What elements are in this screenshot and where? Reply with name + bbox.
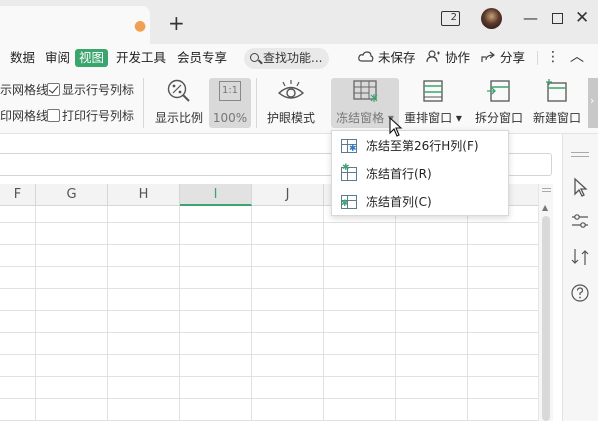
- collab-button[interactable]: 协作: [426, 49, 470, 67]
- scroll-thumb[interactable]: [542, 216, 550, 421]
- print-row-col-checkbox[interactable]: 打印行号列标: [47, 108, 134, 124]
- arrange-windows-button[interactable]: 重排窗口 ▾: [403, 78, 463, 128]
- checkbox-empty-icon[interactable]: [47, 109, 60, 122]
- cell-gridlines: [0, 206, 538, 421]
- freeze-first-col-item[interactable]: ✱ 冻结首列(C): [332, 188, 508, 216]
- new-window-button[interactable]: 新建窗口: [530, 78, 584, 128]
- freeze-to-cell-label: 冻结至第26行H列(F): [366, 139, 479, 153]
- eye-mode-label: 护眼模式: [266, 111, 315, 125]
- avatar[interactable]: [481, 8, 502, 29]
- search-icon: [250, 53, 259, 62]
- print-row-col-label: 打印行号列标: [62, 109, 135, 123]
- new-tab-button[interactable]: +: [168, 11, 185, 35]
- new-window-label: 新建窗口: [532, 111, 581, 125]
- split-window-icon: [487, 80, 510, 102]
- column-header-i[interactable]: I: [180, 184, 252, 206]
- column-header-g[interactable]: G: [36, 184, 108, 206]
- freeze-to-cell-item[interactable]: ✱ 冻结至第26行H列(F): [332, 132, 508, 160]
- freeze-panes-menu: ✱ 冻结至第26行H列(F) ✱ 冻结首行(R) ✱ 冻结首列(C): [331, 130, 509, 216]
- mouse-cursor-icon: [389, 117, 403, 137]
- show-row-col-label: 显示行号列标: [62, 83, 135, 97]
- more-icon[interactable]: ⋮: [546, 47, 560, 67]
- arrange-windows-label: 重排窗口 ▾: [404, 111, 462, 125]
- eye-icon: [277, 80, 305, 99]
- divider: [256, 78, 257, 128]
- spreadsheet-grid[interactable]: F G H I J K L: [0, 184, 538, 421]
- freeze-cell-icon: ✱: [341, 139, 357, 154]
- unsaved-label: 未保存: [377, 50, 416, 65]
- side-rail: [562, 134, 598, 421]
- freeze-column-icon: ✱: [341, 195, 357, 209]
- menu-member[interactable]: 会员专享: [177, 49, 227, 67]
- document-tab[interactable]: ●: [0, 6, 150, 44]
- freeze-first-row-item[interactable]: ✱ 冻结首行(R): [332, 160, 508, 188]
- split-window-button[interactable]: 拆分窗口: [472, 78, 526, 128]
- share-icon: [481, 51, 495, 62]
- magnifier-percent-icon: [167, 79, 190, 102]
- zoom-100-button[interactable]: 1:1 100%: [209, 78, 251, 128]
- unsaved-dot-icon: ●: [134, 18, 147, 34]
- menu-review[interactable]: 审阅: [45, 49, 70, 67]
- new-window-icon: [546, 79, 567, 102]
- search-placeholder: 查找功能...: [263, 51, 323, 65]
- maximize-button[interactable]: [552, 13, 563, 24]
- chevron-up-icon[interactable]: ︿: [570, 47, 584, 67]
- column-header-j[interactable]: J: [252, 184, 324, 206]
- rail-grip: [571, 152, 589, 157]
- help-icon[interactable]: [569, 282, 591, 304]
- freeze-first-col-label: 冻结首列(C): [366, 195, 432, 209]
- one-to-one-icon: 1:1: [219, 81, 241, 101]
- column-header-f[interactable]: F: [0, 184, 36, 206]
- zoom-ratio-label: 显示比例: [154, 111, 203, 125]
- window-count-badge[interactable]: 2: [441, 11, 460, 26]
- checkbox-checked-icon[interactable]: [47, 83, 60, 96]
- show-row-col-checkbox[interactable]: 显示行号列标: [47, 82, 134, 98]
- divider: [537, 51, 538, 65]
- settings-sliders-icon[interactable]: [569, 210, 591, 232]
- minimize-button[interactable]: —: [523, 9, 538, 27]
- close-button[interactable]: ✕: [575, 9, 589, 27]
- menu-data[interactable]: 数据: [10, 49, 35, 67]
- arrange-windows-icon: [423, 80, 443, 102]
- zoom-100-label: 100%: [212, 111, 248, 125]
- gridlines-show-label[interactable]: 示网格线: [0, 82, 48, 98]
- unsaved-button[interactable]: 未保存: [358, 49, 416, 67]
- menu-view[interactable]: 视图: [75, 49, 109, 67]
- collab-label: 协作: [444, 50, 470, 65]
- zoom-ratio-button[interactable]: 显示比例: [152, 78, 206, 128]
- freeze-first-row-label: 冻结首行(R): [366, 167, 432, 181]
- divider: [143, 78, 144, 128]
- column-header-h[interactable]: H: [108, 184, 180, 206]
- menu-bar: 数据 审阅 视图 开发工具 会员专享 查找功能... 未保存 协作 分享 ⋮ ︿: [0, 44, 598, 72]
- share-button[interactable]: 分享: [481, 49, 525, 67]
- eye-mode-button[interactable]: 护眼模式: [264, 78, 318, 128]
- freeze-panes-icon: [353, 80, 378, 102]
- split-grip[interactable]: [542, 188, 551, 192]
- split-window-label: 拆分窗口: [474, 111, 523, 125]
- view-ribbon: 示网格线 显示行号列标 印网格线 打印行号列标 显示比例 1:1 100% 护眼…: [0, 72, 598, 134]
- cloud-icon: [358, 51, 374, 62]
- search-input[interactable]: 查找功能...: [244, 48, 329, 69]
- freeze-row-icon: ✱: [341, 164, 357, 181]
- title-bar: ● + 2 — ✕: [0, 0, 598, 44]
- share-label: 分享: [499, 50, 525, 65]
- ribbon-scroll-right[interactable]: [588, 78, 598, 128]
- gridlines-print-label[interactable]: 印网格线: [0, 108, 48, 124]
- pointer-icon[interactable]: [569, 176, 591, 198]
- menu-developer[interactable]: 开发工具: [116, 49, 166, 67]
- scroll-up-icon[interactable]: ▲: [542, 203, 548, 212]
- transfer-icon[interactable]: [569, 246, 591, 268]
- vertical-scrollbar[interactable]: ▲: [538, 184, 553, 421]
- person-icon: [426, 50, 440, 63]
